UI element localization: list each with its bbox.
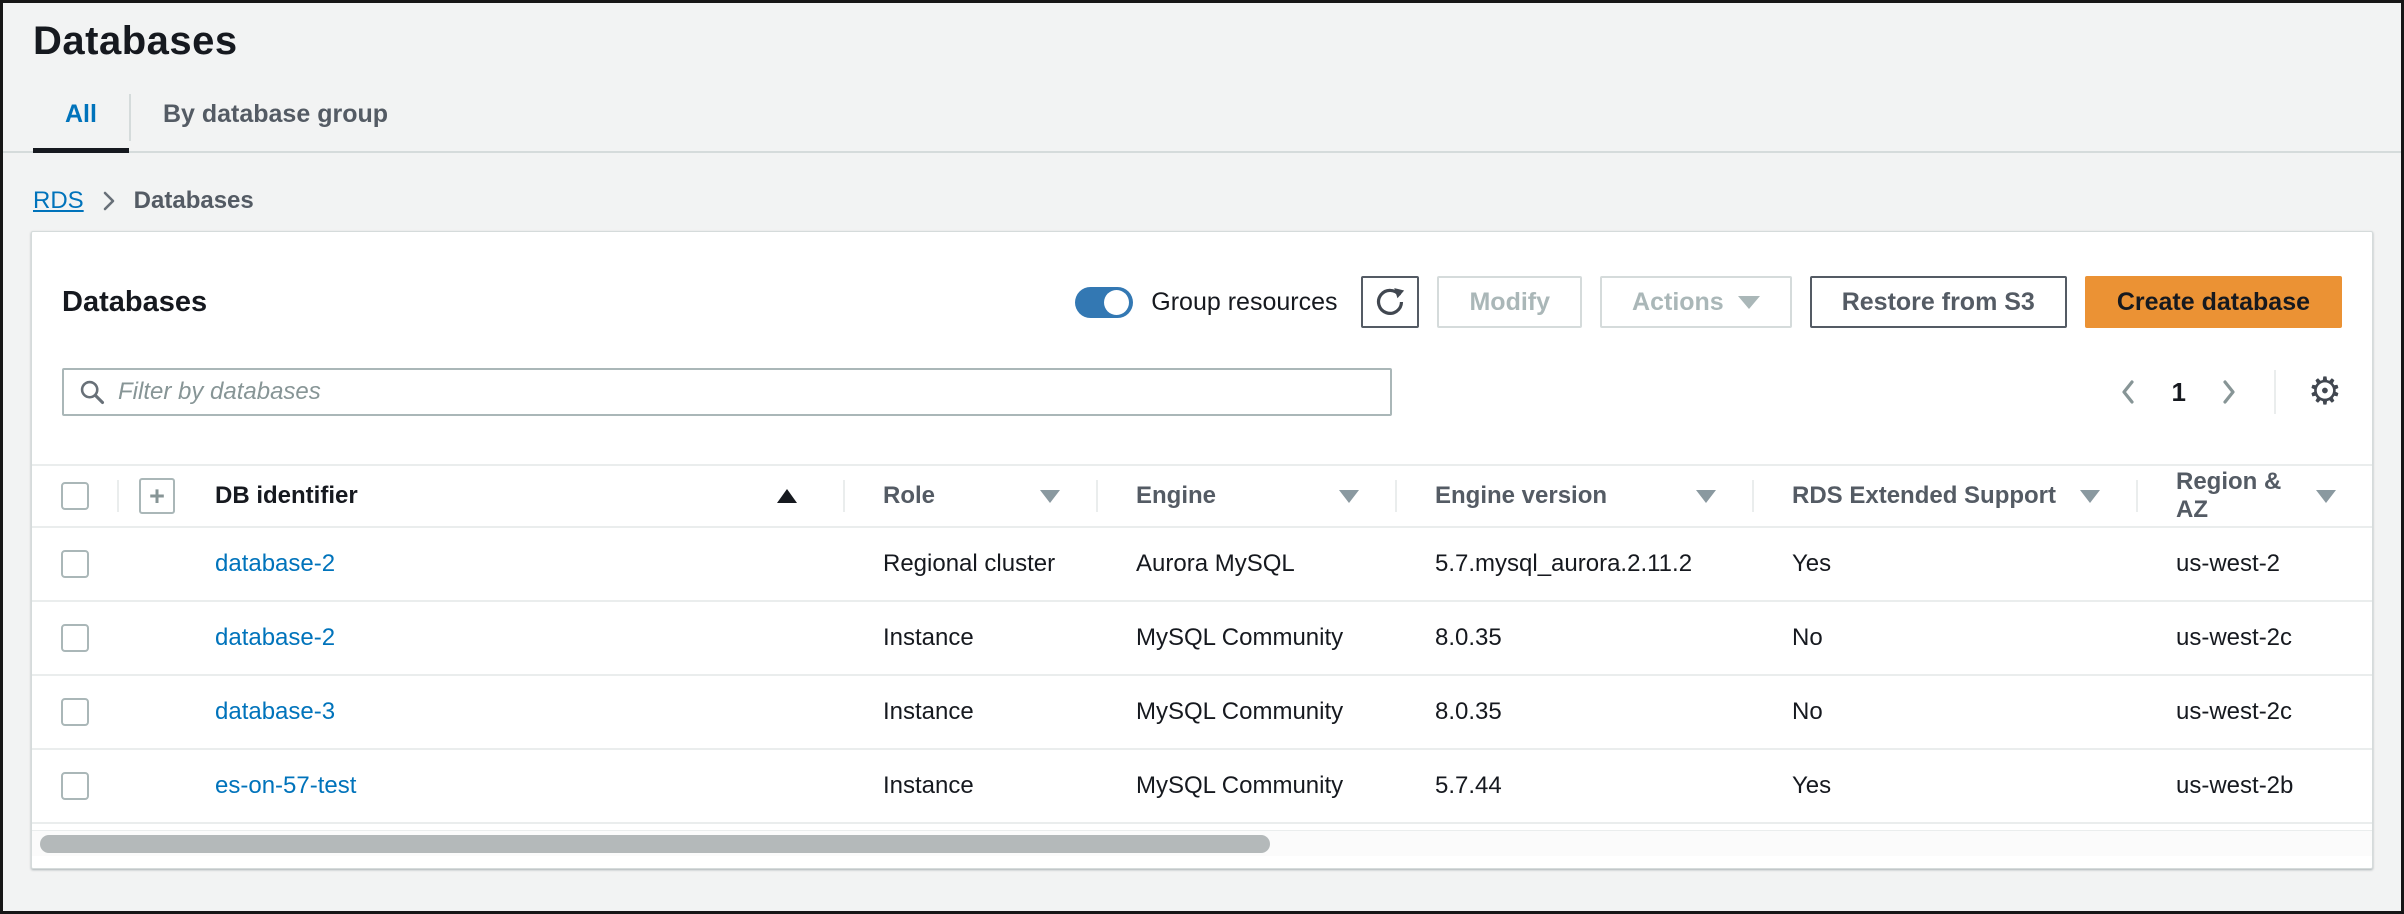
engine-version-cell: 5.7.44	[1395, 772, 1752, 800]
column-label-engine-version: Engine version	[1435, 482, 1607, 510]
engine-version-cell: 8.0.35	[1395, 698, 1752, 726]
filter-search-box[interactable]	[62, 368, 1392, 416]
header-engine-version[interactable]: Engine version	[1395, 466, 1752, 526]
create-database-button[interactable]: Create database	[2085, 276, 2342, 328]
horizontal-scrollbar-thumb[interactable]	[40, 835, 1270, 853]
tab-all[interactable]: All	[33, 88, 129, 151]
header-role[interactable]: Role	[843, 466, 1096, 526]
rds-extended-support-cell: No	[1752, 698, 2136, 726]
region-az-cell: us-west-2c	[2136, 624, 2372, 652]
panel-toolbar: Databases Group resources Modify Actions	[32, 232, 2372, 328]
pagination-next-button[interactable]	[2216, 374, 2242, 410]
breadcrumb-link-rds[interactable]: RDS	[33, 187, 84, 215]
refresh-button[interactable]	[1361, 276, 1419, 328]
role-cell: Instance	[843, 624, 1096, 652]
filter-caret-icon[interactable]	[2080, 490, 2100, 503]
engine-version-cell: 8.0.35	[1395, 624, 1752, 652]
column-label-db-identifier: DB identifier	[215, 482, 358, 510]
region-az-cell: us-west-2b	[2136, 772, 2372, 800]
db-identifier-link[interactable]: database-3	[215, 698, 335, 726]
filter-caret-icon[interactable]	[1339, 490, 1359, 503]
actions-button-label: Actions	[1632, 288, 1724, 317]
caret-down-icon	[1738, 296, 1760, 309]
db-identifier-link[interactable]: database-2	[215, 550, 335, 578]
header-rds-extended-support[interactable]: RDS Extended Support	[1752, 466, 2136, 526]
engine-cell: MySQL Community	[1096, 624, 1395, 652]
row-checkbox[interactable]	[61, 550, 89, 578]
page-title: Databases	[3, 3, 2401, 64]
row-checkbox[interactable]	[61, 698, 89, 726]
header-db-identifier[interactable]: + DB identifier	[117, 466, 843, 526]
header-checkbox-cell	[32, 466, 117, 526]
role-cell: Instance	[843, 772, 1096, 800]
restore-from-s3-button[interactable]: Restore from S3	[1810, 276, 2067, 328]
rds-extended-support-cell: No	[1752, 624, 2136, 652]
header-engine[interactable]: Engine	[1096, 466, 1395, 526]
horizontal-scrollbar-track[interactable]	[32, 830, 2372, 856]
rds-extended-support-cell: Yes	[1752, 550, 2136, 578]
panel-heading: Databases	[62, 286, 207, 319]
engine-version-cell: 5.7.mysql_aurora.2.11.2	[1395, 550, 1752, 578]
expand-all-icon[interactable]: +	[139, 478, 175, 514]
role-cell: Instance	[843, 698, 1096, 726]
column-label-region-az: Region & AZ	[2176, 468, 2316, 524]
engine-cell: Aurora MySQL	[1096, 550, 1395, 578]
column-label-rds-extended-support: RDS Extended Support	[1792, 482, 2056, 510]
chevron-right-icon	[2220, 378, 2238, 406]
actions-button[interactable]: Actions	[1600, 276, 1792, 328]
filter-caret-icon[interactable]	[2316, 490, 2336, 503]
search-icon	[78, 378, 106, 406]
row-checkbox[interactable]	[61, 772, 89, 800]
engine-cell: MySQL Community	[1096, 772, 1395, 800]
pagination: 1 ⚙	[2115, 370, 2342, 414]
filter-row: 1 ⚙	[32, 328, 2372, 416]
table-row: database-3 Instance MySQL Community 8.0.…	[32, 676, 2372, 750]
modify-button[interactable]: Modify	[1437, 276, 1582, 328]
pagination-current-page[interactable]: 1	[2171, 377, 2185, 408]
databases-table: + DB identifier Role Engine Engine versi…	[32, 464, 2372, 856]
row-checkbox[interactable]	[61, 624, 89, 652]
column-label-role: Role	[883, 482, 935, 510]
pagination-divider	[2274, 370, 2276, 414]
toolbar-actions: Group resources Modify Actions Restore f…	[1075, 276, 2342, 328]
table-row: es-on-57-test Instance MySQL Community 5…	[32, 750, 2372, 824]
tabs-bar: All By database group	[3, 88, 2401, 153]
tab-by-database-group[interactable]: By database group	[131, 88, 420, 151]
table-header: + DB identifier Role Engine Engine versi…	[32, 464, 2372, 528]
table-row: database-2 Instance MySQL Community 8.0.…	[32, 602, 2372, 676]
toggle-knob	[1104, 290, 1129, 315]
sort-ascending-icon	[777, 489, 797, 503]
engine-cell: MySQL Community	[1096, 698, 1395, 726]
breadcrumb-current: Databases	[134, 187, 254, 215]
filter-caret-icon[interactable]	[1040, 490, 1060, 503]
chevron-left-icon	[2119, 378, 2137, 406]
filter-input[interactable]	[118, 378, 1376, 406]
db-identifier-link[interactable]: database-2	[215, 624, 335, 652]
column-label-engine: Engine	[1136, 482, 1216, 510]
table-body: database-2 Regional cluster Aurora MySQL…	[32, 528, 2372, 824]
pagination-prev-button[interactable]	[2115, 374, 2141, 410]
filter-caret-icon[interactable]	[1696, 490, 1716, 503]
role-cell: Regional cluster	[843, 550, 1096, 578]
gear-icon[interactable]: ⚙	[2308, 373, 2342, 411]
refresh-icon	[1374, 286, 1406, 318]
header-region-az[interactable]: Region & AZ	[2136, 466, 2372, 526]
table-row: database-2 Regional cluster Aurora MySQL…	[32, 528, 2372, 602]
group-resources-label: Group resources	[1151, 288, 1337, 317]
databases-panel: Databases Group resources Modify Actions	[31, 231, 2373, 869]
breadcrumb-chevron-icon	[102, 190, 116, 212]
group-resources-toggle[interactable]	[1075, 287, 1133, 318]
region-az-cell: us-west-2c	[2136, 698, 2372, 726]
select-all-checkbox[interactable]	[61, 482, 89, 510]
region-az-cell: us-west-2	[2136, 550, 2372, 578]
rds-extended-support-cell: Yes	[1752, 772, 2136, 800]
db-identifier-link[interactable]: es-on-57-test	[215, 772, 356, 800]
breadcrumb: RDS Databases	[3, 153, 2401, 215]
